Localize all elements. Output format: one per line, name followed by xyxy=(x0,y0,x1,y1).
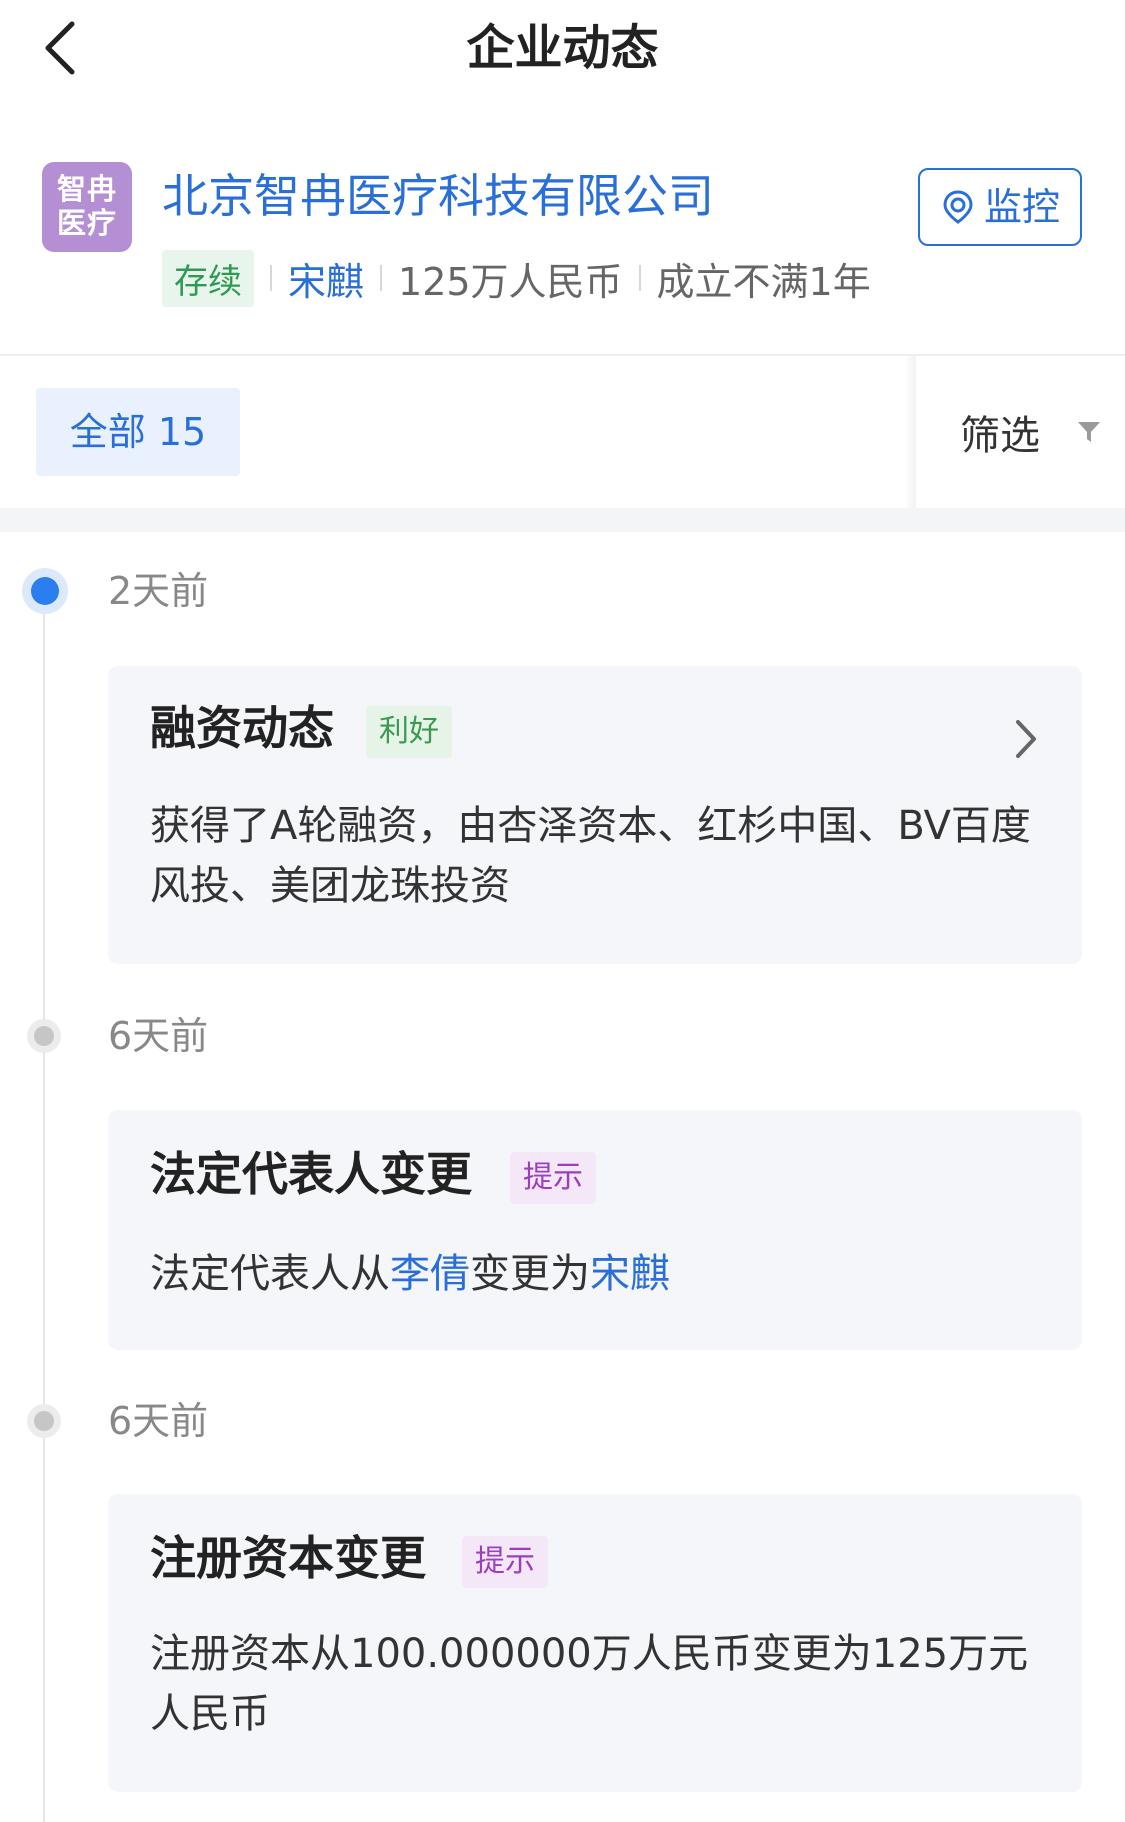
logo-line-1: 智冉 xyxy=(56,172,117,206)
monitor-icon xyxy=(943,190,973,224)
text-prefix: 法定代表人从 xyxy=(150,1251,390,1297)
event-text: 法定代表人从李倩变更为宋麒 xyxy=(150,1244,1032,1304)
timeline-dot xyxy=(27,1404,61,1438)
event-card-capital-change[interactable]: 注册资本变更 提示 注册资本从100.000000万人民币变更为125万元人民币 xyxy=(108,1494,1082,1792)
logo-line-2: 医疗 xyxy=(56,206,117,240)
founded-info: 成立不满1年 xyxy=(656,259,871,304)
event-text: 获得了A轮融资，由杏泽资本、红杉中国、BV百度风投、美团龙珠投资 xyxy=(150,803,1031,909)
filter-button[interactable]: 筛选 xyxy=(916,356,1125,508)
filter-bar: 全部 15 筛选 xyxy=(0,356,1125,508)
timeline-dot xyxy=(27,1019,61,1053)
event-title: 法定代表人变更 xyxy=(150,1147,472,1201)
funnel-icon xyxy=(1078,422,1100,442)
company-name[interactable]: 北京智冉医疗科技有限公司 xyxy=(162,166,714,226)
event-title: 融资动态 xyxy=(150,701,334,755)
event-time: 6天前 xyxy=(108,1014,209,1058)
filter-shadow xyxy=(904,356,916,508)
monitor-label: 监控 xyxy=(983,185,1060,229)
section-gap xyxy=(0,508,1125,532)
status-badge: 存续 xyxy=(162,249,254,307)
monitor-button[interactable]: 监控 xyxy=(918,168,1082,246)
page-title: 企业动态 xyxy=(466,20,659,76)
event-time: 6天前 xyxy=(108,1399,209,1443)
event-tag-good: 利好 xyxy=(366,706,452,758)
event-timeline: 2天前 融资动态 利好 获得了A轮融资，由杏泽资本、红杉中国、BV百度风投、美团… xyxy=(0,532,1125,1822)
company-meta: 存续 宋麒 125万人民币 成立不满1年 xyxy=(162,249,871,307)
registered-capital: 125万人民币 xyxy=(398,259,623,304)
nav-bar: 企业动态 xyxy=(0,0,1125,100)
legal-person-link[interactable]: 宋麒 xyxy=(288,251,364,306)
event-tag-hint: 提示 xyxy=(510,1152,596,1204)
event-title: 注册资本变更 xyxy=(150,1531,426,1585)
event-text: 注册资本从100.000000万人民币变更为125万元人民币 xyxy=(150,1631,1029,1737)
tab-all[interactable]: 全部 15 xyxy=(36,388,240,476)
meta-divider xyxy=(270,265,272,291)
event-card-financing[interactable]: 融资动态 利好 获得了A轮融资，由杏泽资本、红杉中国、BV百度风投、美团龙珠投资 xyxy=(108,666,1082,964)
meta-divider xyxy=(638,265,641,291)
event-card-legal-rep-change[interactable]: 法定代表人变更 提示 法定代表人从李倩变更为宋麒 xyxy=(108,1110,1082,1350)
event-tag-hint: 提示 xyxy=(462,1536,548,1588)
filter-label: 筛选 xyxy=(960,413,1040,459)
meta-divider xyxy=(380,265,383,291)
chevron-right-icon[interactable] xyxy=(1006,714,1046,764)
company-logo: 智冉 医疗 xyxy=(42,162,132,252)
company-header: 智冉 医疗 北京智冉医疗科技有限公司 监控 存续 宋麒 125万人民币 成立不满… xyxy=(0,140,1125,354)
timeline-line xyxy=(43,592,45,1822)
new-person-link[interactable]: 宋麒 xyxy=(590,1251,670,1297)
text-middle: 变更为 xyxy=(470,1251,590,1297)
event-time: 2天前 xyxy=(108,569,209,613)
timeline-dot-active xyxy=(22,568,68,614)
old-person-link[interactable]: 李倩 xyxy=(390,1251,470,1297)
